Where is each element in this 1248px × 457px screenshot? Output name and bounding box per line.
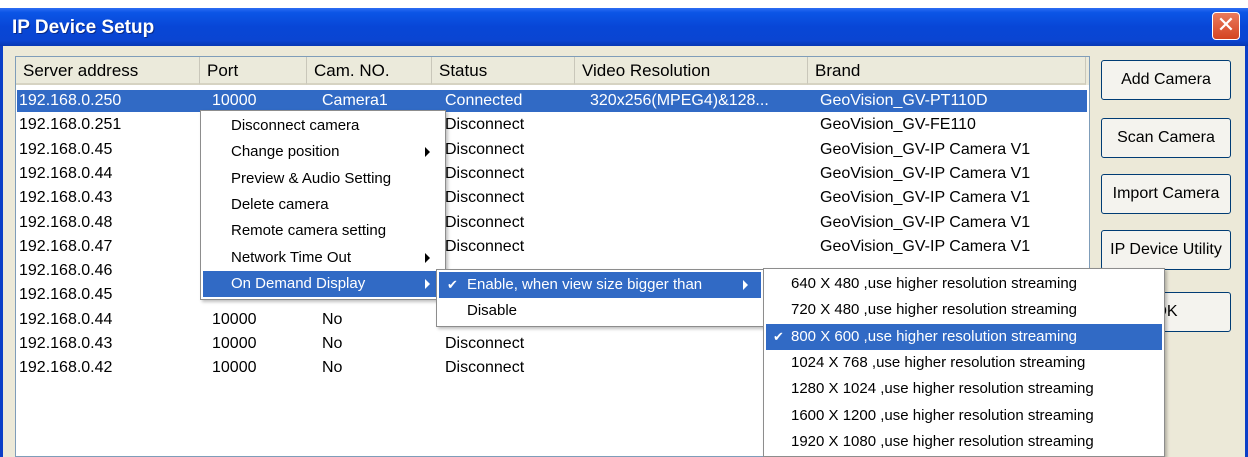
resolution-menu-item[interactable]: 1024 X 768 ,use higher resolution stream… — [766, 350, 1162, 376]
table-cell-address[interactable]: 192.168.0.45 — [19, 139, 112, 161]
on-demand-menu-item[interactable]: ✔ Enable, when view size bigger than — [439, 272, 761, 298]
resolution-menu-item[interactable]: 1280 X 1024 ,use higher resolution strea… — [766, 376, 1162, 402]
table-cell-port[interactable]: 10000 — [212, 90, 257, 112]
table-cell-port[interactable]: 10000 — [212, 357, 257, 379]
table-cell-brand[interactable]: GeoVision_GV-IP Camera V1 — [820, 212, 1030, 234]
submenu-arrow-icon — [743, 280, 748, 290]
window-title: IP Device Setup — [12, 17, 155, 38]
scan-camera-button[interactable]: Scan Camera — [1101, 118, 1231, 158]
resolution-menu-label: 1920 X 1080 ,use higher resolution strea… — [791, 432, 1094, 450]
table-cell-address[interactable]: 192.168.0.44 — [19, 163, 112, 185]
context-menu-item[interactable]: Change position — [203, 139, 443, 165]
column-header-video-resolution[interactable]: Video Resolution — [575, 57, 808, 85]
column-header-cam-no[interactable]: Cam. NO. — [307, 57, 432, 85]
context-menu-item[interactable]: Preview & Audio Setting — [203, 166, 443, 192]
resolution-menu-item[interactable]: ✔ 800 X 600 ,use higher resolution stream… — [766, 323, 1162, 350]
row-context-menu: Disconnect camera Change position Preview … — [200, 110, 446, 300]
table-cell-status[interactable]: Disconnect — [445, 114, 524, 136]
resolution-menu-item[interactable]: 640 X 480 ,use higher resolution streami… — [766, 271, 1162, 297]
title-bar[interactable] — [0, 8, 1248, 46]
table-cell-brand[interactable]: GeoVision_GV-IP Camera V1 — [820, 163, 1030, 185]
submenu-arrow-icon — [425, 278, 430, 289]
resolution-menu-item[interactable]: 720 X 480 ,use higher resolution streami… — [766, 297, 1162, 323]
table-cell-resolution[interactable]: 320x256(MPEG4)&128... — [590, 90, 769, 112]
column-header-port[interactable]: Port — [200, 57, 307, 85]
submenu-arrow-icon — [425, 252, 430, 263]
context-menu-item[interactable]: Network Time Out — [203, 245, 443, 271]
context-menu-item[interactable]: Delete camera — [203, 192, 443, 218]
resolution-menu-label: 640 X 480 ,use higher resolution streami… — [791, 275, 1078, 292]
table-cell-address[interactable]: 192.168.0.251 — [19, 114, 121, 136]
table-cell-status[interactable]: Disconnect — [445, 163, 524, 185]
add-camera-button[interactable]: Add Camera — [1101, 60, 1231, 100]
table-cell-address[interactable]: 192.168.0.42 — [19, 357, 112, 379]
table-cell-address[interactable]: 192.168.0.44 — [19, 309, 112, 331]
context-menu-item[interactable]: On Demand Display — [203, 270, 443, 298]
table-cell-status[interactable]: Disconnect — [445, 212, 524, 234]
ip-device-utility-button[interactable]: IP Device Utility — [1101, 230, 1231, 270]
table-cell-brand[interactable]: GeoVision_GV-FE110 — [820, 114, 976, 136]
table-cell-cam[interactable]: No — [322, 333, 342, 355]
table-cell-address[interactable]: 192.168.0.43 — [19, 333, 112, 355]
table-cell-cam[interactable]: Camera1 — [322, 90, 388, 112]
column-header-status[interactable]: Status — [432, 57, 575, 85]
column-header-server-address[interactable]: Server address — [16, 57, 200, 85]
table-cell-brand[interactable]: GeoVision_GV-PT110D — [820, 90, 988, 112]
resolution-menu-item[interactable]: 1600 X 1200 ,use higher resolution strea… — [766, 403, 1162, 429]
header-filler — [1086, 57, 1089, 85]
context-menu-item[interactable]: Remote camera setting — [203, 218, 443, 244]
table-cell-cam[interactable]: No — [322, 357, 342, 379]
resolution-menu-item[interactable]: 1920 X 1080 ,use higher resolution strea… — [766, 429, 1162, 455]
close-icon: ✕ — [1216, 13, 1236, 38]
context-menu-item[interactable]: Disconnect camera — [203, 113, 443, 139]
table-cell-status[interactable]: Disconnect — [445, 139, 524, 161]
column-header-brand[interactable]: Brand — [808, 57, 1086, 85]
resolution-threshold-submenu: 640 X 480 ,use higher resolution streami… — [763, 268, 1165, 457]
resolution-menu-label: 800 X 600 ,use higher resolution streami… — [791, 327, 1078, 345]
close-button[interactable]: ✕ — [1212, 12, 1240, 40]
table-cell-cam[interactable]: No — [322, 309, 342, 331]
resolution-menu-label: 1280 X 1024 ,use higher resolution strea… — [791, 380, 1094, 398]
table-cell-brand[interactable]: GeoVision_GV-IP Camera V1 — [820, 139, 1030, 161]
resolution-menu-label: 1600 X 1200 ,use higher resolution strea… — [791, 406, 1094, 424]
submenu-arrow-icon — [425, 147, 430, 158]
import-camera-button[interactable]: Import Camera — [1101, 174, 1231, 214]
context-menu-label: Delete camera — [231, 195, 329, 213]
table-cell-status[interactable]: Connected — [445, 90, 522, 112]
context-menu-label: Remote camera setting — [231, 222, 387, 240]
table-cell-status[interactable]: Disconnect — [445, 236, 524, 258]
resolution-menu-label: 720 X 480 ,use higher resolution streami… — [791, 301, 1078, 319]
table-cell-status[interactable]: Disconnect — [445, 357, 524, 379]
table-cell-brand[interactable]: GeoVision_GV-IP Camera V1 — [820, 187, 1030, 209]
context-menu-label: Change position — [231, 143, 340, 161]
table-cell-address[interactable]: 192.168.0.47 — [19, 236, 112, 258]
table-cell-address[interactable]: 192.168.0.43 — [19, 187, 112, 209]
table-cell-address[interactable]: 192.168.0.45 — [19, 284, 112, 306]
context-menu-label: Network Time Out — [231, 248, 352, 266]
context-menu-label: On Demand Display — [231, 274, 366, 292]
check-icon: ✔ — [447, 277, 458, 292]
table-cell-address[interactable]: 192.168.0.46 — [19, 260, 112, 282]
check-icon: ✔ — [773, 328, 784, 344]
on-demand-menu-label: Enable, when view size bigger than — [467, 276, 703, 293]
table-cell-port[interactable]: 10000 — [212, 309, 257, 331]
table-cell-address[interactable]: 192.168.0.48 — [19, 212, 112, 234]
on-demand-menu-label: Disable — [467, 302, 518, 319]
context-menu-label: Disconnect camera — [231, 117, 360, 134]
table-cell-address[interactable]: 192.168.0.250 — [19, 90, 121, 112]
on-demand-menu-item[interactable]: Disable — [439, 298, 761, 324]
table-cell-port[interactable]: 10000 — [212, 333, 257, 355]
on-demand-display-submenu: ✔ Enable, when view size bigger than Disab… — [436, 269, 764, 327]
resolution-menu-label: 1024 X 768 ,use higher resolution stream… — [791, 353, 1086, 371]
table-cell-status[interactable]: Disconnect — [445, 333, 524, 355]
table-cell-status[interactable]: Disconnect — [445, 187, 524, 209]
context-menu-label: Preview & Audio Setting — [231, 169, 392, 187]
table-cell-brand[interactable]: GeoVision_GV-IP Camera V1 — [820, 236, 1030, 258]
